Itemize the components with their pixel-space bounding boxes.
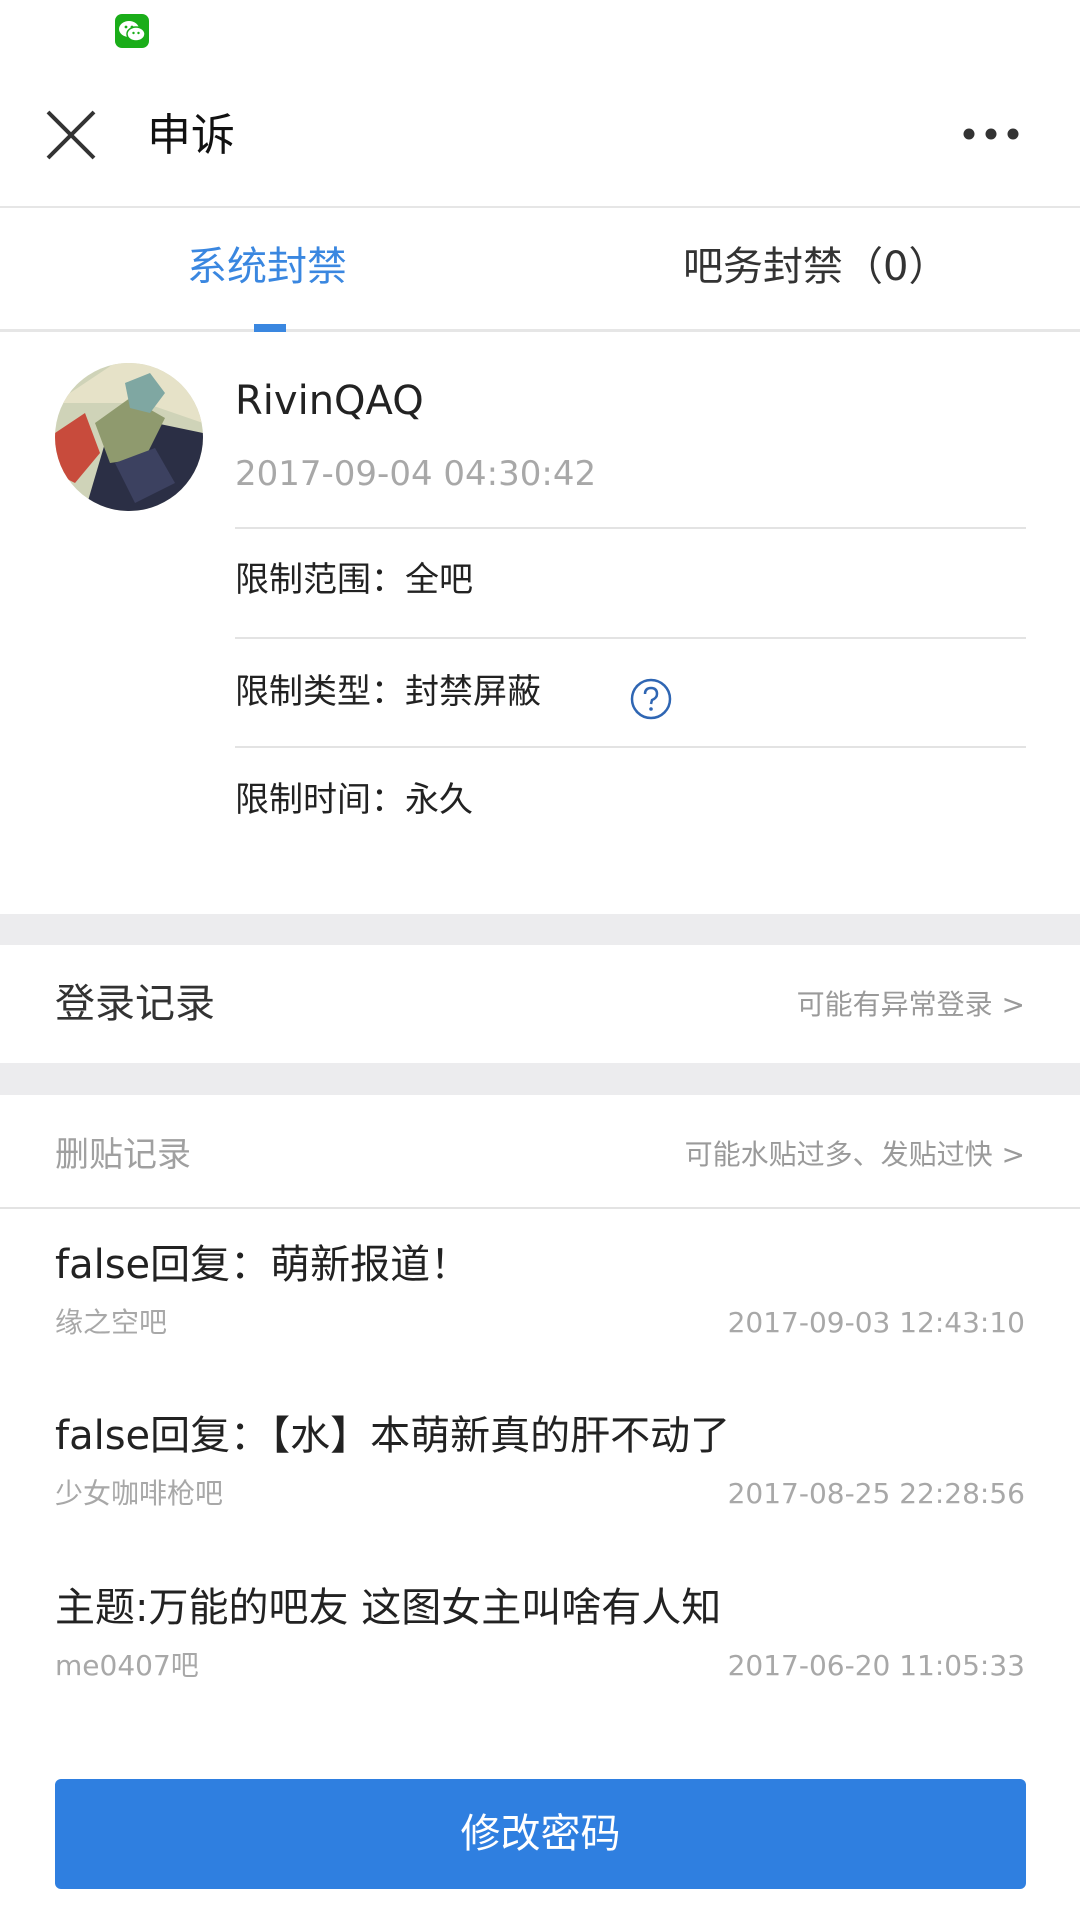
deleted-posts-hint: 可能水贴过多、发贴过快 > (684, 1138, 1025, 1171)
login-record-hint: 可能有异常登录 > (796, 988, 1025, 1021)
divider (235, 527, 1026, 529)
post-forum: me0407吧 (55, 1649, 199, 1682)
login-record-title: 登录记录 (55, 981, 215, 1027)
tab-active-indicator (254, 324, 286, 332)
username: RivinQAQ (235, 378, 424, 424)
avatar (55, 363, 203, 511)
restriction-duration: 限制时间：永久 (235, 780, 473, 820)
change-password-button[interactable]: 修改密码 (55, 1779, 1026, 1889)
post-date: 2017-09-03 12:43:10 (727, 1306, 1025, 1339)
login-record-row[interactable]: 登录记录 可能有异常登录 > (0, 945, 1080, 1063)
list-item[interactable]: 主题:万能的吧友 这图女主叫啥有人知 me0407吧 2017-06-20 11… (0, 1580, 1080, 1720)
post-title: 主题:万能的吧友 这图女主叫啥有人知 (55, 1585, 722, 1631)
post-forum: 少女咖啡枪吧 (55, 1477, 224, 1510)
ban-timestamp: 2017-09-04 04:30:42 (235, 454, 597, 494)
help-icon[interactable] (630, 678, 672, 720)
more-icon (963, 128, 1019, 140)
wechat-icon (115, 14, 149, 48)
post-forum: 缘之空吧 (55, 1306, 168, 1339)
list-item[interactable]: false回复：【水】本萌新真的肝不动了 少女咖啡枪吧 2017-08-25 2… (0, 1408, 1080, 1548)
post-title: false回复：萌新报道！ (55, 1242, 471, 1288)
status-bar (0, 0, 1080, 64)
restriction-scope: 限制范围：全吧 (235, 560, 473, 600)
page-title: 申诉 (147, 110, 235, 161)
list-item[interactable]: false回复：萌新报道！ 缘之空吧 2017-09-03 12:43:10 (0, 1237, 1080, 1377)
restriction-type: 限制类型：封禁屏蔽 (235, 672, 541, 712)
divider (235, 746, 1026, 748)
deleted-posts-title: 删贴记录 (55, 1135, 191, 1175)
tab-bar: 系统封禁 吧务封禁（0） (0, 210, 1080, 332)
divider (235, 637, 1026, 639)
post-title: false回复：【水】本萌新真的肝不动了 (55, 1413, 731, 1459)
tab-system-ban[interactable]: 系统封禁 (187, 240, 347, 294)
nav-bar: 申诉 (0, 64, 1080, 208)
section-separator (0, 1063, 1080, 1095)
close-icon (46, 110, 96, 160)
section-separator (0, 914, 1080, 945)
more-button[interactable] (956, 114, 1026, 154)
close-button[interactable] (40, 104, 102, 166)
post-date: 2017-06-20 11:05:33 (727, 1649, 1025, 1682)
post-date: 2017-08-25 22:28:56 (727, 1477, 1025, 1510)
deleted-posts-header[interactable]: 删贴记录 可能水贴过多、发贴过快 > (0, 1095, 1080, 1209)
tab-forum-admin-ban[interactable]: 吧务封禁（0） (683, 240, 948, 294)
